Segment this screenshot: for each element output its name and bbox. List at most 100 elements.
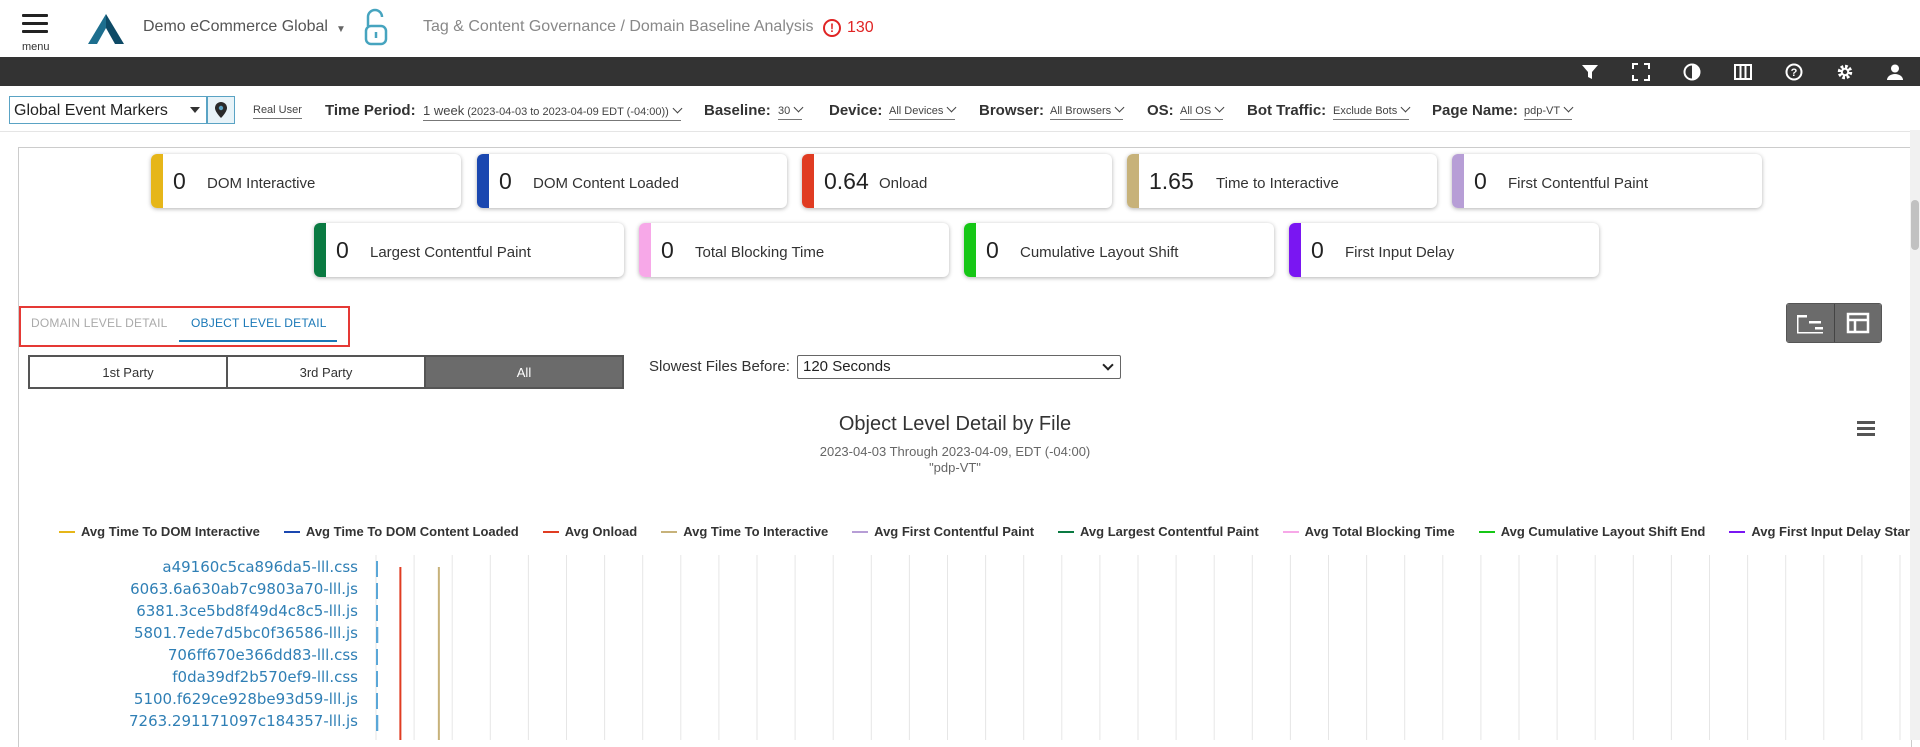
real-user-toggle[interactable]: Real User — [253, 104, 302, 119]
legend-label: Avg Time To DOM Content Loaded — [305, 524, 519, 539]
kpi-card[interactable]: 0 Total Blocking Time — [639, 223, 949, 277]
kpi-card[interactable]: 0 First Input Delay — [1289, 223, 1599, 277]
kpi-card[interactable]: 0 First Contentful Paint — [1452, 154, 1762, 208]
gear-icon[interactable] — [1835, 62, 1855, 82]
third-party-button[interactable]: 3rd Party — [228, 357, 426, 387]
file-label[interactable]: 5100.f629ce928be93d59-lll.js — [18, 690, 358, 708]
legend-item[interactable]: Avg First Input Delay Start — [1729, 524, 1914, 539]
alert-icon: ! — [823, 19, 841, 37]
legend-item[interactable]: Avg Onload — [542, 524, 637, 539]
kpi-value: 0 — [1474, 168, 1487, 194]
kpi-value: 0 — [1311, 237, 1324, 263]
file-label[interactable]: 706ff670e366dd83-lll.css — [18, 646, 358, 664]
file-label[interactable]: 6063.6a630ab7c9803a70-lll.js — [18, 580, 358, 598]
fullscreen-icon[interactable] — [1631, 62, 1651, 82]
logo-icon — [88, 14, 124, 44]
kpi-value: 1.65 — [1149, 168, 1194, 194]
kpi-color-stripe — [1127, 154, 1139, 208]
alert-badge[interactable]: ! 130 — [823, 18, 874, 38]
user-icon[interactable] — [1885, 62, 1905, 82]
legend-item[interactable]: Avg Time To Interactive — [661, 524, 828, 539]
table-view-button[interactable] — [1834, 304, 1881, 342]
chevron-down-icon[interactable]: ▼ — [336, 24, 346, 35]
kpi-card[interactable]: 0.64 Onload — [802, 154, 1112, 208]
legend-item[interactable]: Avg Time To DOM Content Loaded — [283, 524, 519, 539]
legend-item[interactable]: Avg First Contentful Paint — [852, 524, 1034, 539]
company-name[interactable]: Demo eCommerce Global — [143, 18, 328, 36]
kpi-name: Largest Contentful Paint — [370, 244, 531, 261]
menu-label: menu — [22, 41, 50, 53]
os-select[interactable]: All OS — [1180, 102, 1225, 120]
page-name-select[interactable]: pdp-VT — [1524, 102, 1574, 120]
file-bar — [376, 627, 379, 643]
view-toggle — [1786, 303, 1882, 343]
kpi-card[interactable]: 0 Cumulative Layout Shift — [964, 223, 1274, 277]
file-bar — [376, 671, 378, 687]
file-label[interactable]: a49160c5ca896da5-lll.css — [18, 558, 358, 576]
page-name-value: pdp-VT — [1524, 105, 1561, 117]
help-icon[interactable]: ? — [1784, 62, 1804, 82]
file-label[interactable]: f0da39df2b570ef9-lll.css — [18, 668, 358, 686]
file-label[interactable]: 6381.3ce5bd8f49d4c8c5-lll.js — [18, 602, 358, 620]
os-value: All OS — [1180, 105, 1212, 117]
slowest-files-select[interactable]: 120 Seconds — [797, 355, 1121, 379]
baseline-label: Baseline: — [704, 102, 771, 119]
chart-subtitle-page: "pdp-VT" — [929, 460, 981, 475]
device-select[interactable]: All Devices — [889, 102, 957, 120]
kpi-color-stripe — [802, 154, 814, 208]
legend-item[interactable]: Avg Largest Contentful Paint — [1058, 524, 1259, 539]
tab-domain-level-detail[interactable]: DOMAIN LEVEL DETAIL — [31, 316, 168, 330]
event-markers-select[interactable]: Global Event Markers — [9, 96, 207, 124]
kpi-name: Total Blocking Time — [695, 244, 825, 261]
kpi-card[interactable]: 0 DOM Interactive — [151, 154, 461, 208]
kpi-card[interactable]: 0 DOM Content Loaded — [477, 154, 787, 208]
legend-item[interactable]: Avg Total Blocking Time — [1282, 524, 1455, 539]
filter-bar: Global Event Markers Real User Time Peri… — [0, 92, 1920, 132]
kpi-color-stripe — [314, 223, 326, 277]
kpi-name: Time to Interactive — [1216, 175, 1339, 192]
bot-traffic-label: Bot Traffic: — [1247, 102, 1327, 119]
bot-traffic-select[interactable]: Exclude Bots — [1333, 102, 1411, 120]
kpi-name: Onload — [879, 175, 928, 192]
event-markers-value: Global Event Markers — [14, 102, 168, 119]
legend-swatch — [59, 530, 75, 533]
legend-item[interactable]: Avg Time To DOM Interactive — [59, 524, 260, 539]
slowest-files-label: Slowest Files Before: — [649, 358, 790, 375]
time-period-select[interactable]: 1 week (2023-04-03 to 2023-04-09 EDT (-0… — [423, 103, 683, 121]
kpi-card[interactable]: 0 Largest Contentful Paint — [314, 223, 624, 277]
first-party-button[interactable]: 1st Party — [30, 357, 228, 387]
baseline-select[interactable]: 30 — [778, 102, 804, 120]
legend-swatch — [1282, 530, 1299, 533]
scrollbar-thumb[interactable] — [1911, 200, 1919, 250]
legend-swatch — [1729, 530, 1746, 533]
all-party-button[interactable]: All — [426, 357, 622, 387]
unlock-icon[interactable] — [362, 8, 390, 48]
kpi-card[interactable]: 1.65 Time to Interactive — [1127, 154, 1437, 208]
page-name-label: Page Name: — [1432, 102, 1518, 119]
chart-menu-icon[interactable] — [1857, 421, 1875, 437]
waterfall-view-button[interactable] — [1787, 304, 1835, 342]
svg-text:?: ? — [1791, 67, 1798, 79]
location-pin-button[interactable] — [207, 96, 235, 124]
file-label[interactable]: 7263.291171097c184357-lll.js — [18, 712, 358, 730]
top-header: menu Demo eCommerce Global ▼ Tag & Conte… — [0, 0, 1920, 56]
legend-item[interactable]: Avg Cumulative Layout Shift End — [1478, 524, 1705, 539]
kpi-color-stripe — [1452, 154, 1464, 208]
kpi-color-stripe — [964, 223, 976, 277]
chevron-down-icon — [1114, 102, 1125, 113]
kpi-value: 0 — [336, 237, 349, 263]
contrast-icon[interactable] — [1682, 62, 1702, 82]
baseline-value: 30 — [778, 105, 791, 117]
kpi-value: 0 — [499, 168, 512, 194]
legend-swatch — [542, 530, 559, 533]
slowest-files-value: 120 Seconds — [803, 358, 891, 375]
tab-object-level-detail[interactable]: OBJECT LEVEL DETAIL — [191, 316, 327, 330]
browser-select[interactable]: All Browsers — [1050, 102, 1125, 120]
columns-icon[interactable] — [1733, 62, 1753, 82]
menu-button[interactable]: menu — [18, 10, 54, 54]
filter-icon[interactable] — [1580, 62, 1600, 82]
file-label[interactable]: 5801.7ede7d5bc0f36586-lll.js — [18, 624, 358, 642]
time-period-label: Time Period: — [325, 102, 416, 119]
kpi-name: Cumulative Layout Shift — [1020, 244, 1179, 261]
legend-label: Avg First Input Delay Start — [1751, 524, 1915, 539]
